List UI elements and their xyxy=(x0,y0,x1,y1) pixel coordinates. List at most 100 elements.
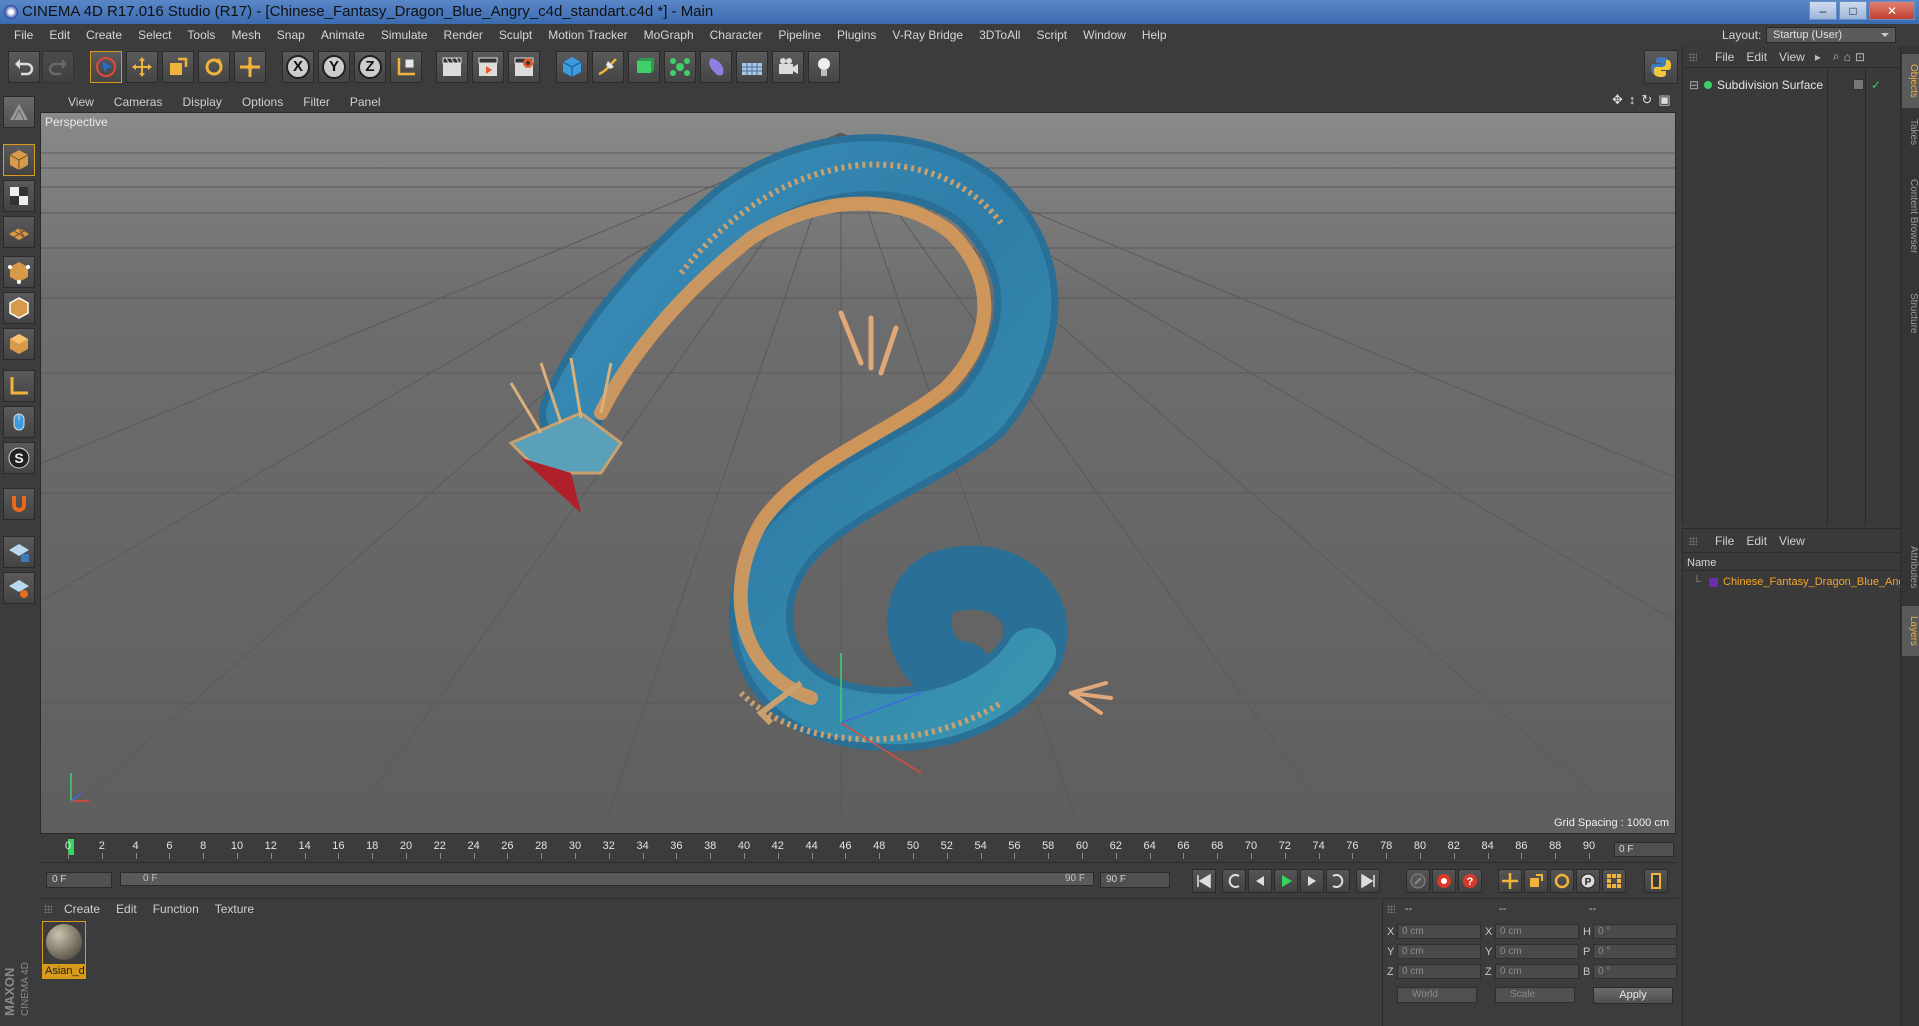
new-view-icon[interactable]: ⊡ xyxy=(1855,50,1865,64)
layer-menu-file[interactable]: File xyxy=(1709,534,1740,548)
start-frame-field[interactable]: 0 F xyxy=(46,872,112,888)
menu-3dtoall[interactable]: 3DToAll xyxy=(971,24,1028,46)
object-menu-file[interactable]: File xyxy=(1709,50,1740,64)
prev-frame-button[interactable] xyxy=(1248,869,1272,893)
rot-p-field[interactable]: 0 ° xyxy=(1593,944,1677,959)
pan-view-icon[interactable]: ✥ xyxy=(1612,92,1623,108)
menu-sculpt[interactable]: Sculpt xyxy=(491,24,540,46)
move-tool-button[interactable] xyxy=(126,51,158,83)
visibility-toggle-icon[interactable] xyxy=(1853,79,1864,90)
material-menu-function[interactable]: Function xyxy=(145,902,207,916)
material-menu-texture[interactable]: Texture xyxy=(207,902,262,916)
menu-more-arrow-icon[interactable]: ▸ xyxy=(1815,50,1821,64)
edges-mode-button[interactable] xyxy=(3,292,35,324)
search-icon[interactable]: ⌕ xyxy=(1833,49,1840,64)
y-axis-lock-button[interactable]: Y xyxy=(318,51,350,83)
pos-x-field[interactable]: 0 cm xyxy=(1397,924,1481,939)
play-button[interactable] xyxy=(1274,869,1298,893)
snap-button[interactable] xyxy=(3,488,35,520)
viewport-menu-options[interactable]: Options xyxy=(232,95,293,109)
material-swatch[interactable]: Asian_d xyxy=(42,921,86,979)
python-script-button[interactable] xyxy=(1644,50,1678,84)
menu-create[interactable]: Create xyxy=(78,24,130,46)
axis-mode-button[interactable] xyxy=(3,370,35,402)
tab-takes[interactable]: Takes xyxy=(1902,110,1919,154)
viewport-menu-panel[interactable]: Panel xyxy=(340,95,391,109)
tab-layers[interactable]: Layers xyxy=(1902,606,1919,656)
dolly-view-icon[interactable]: ↕ xyxy=(1629,92,1636,108)
keyframe-selection-button[interactable]: ? xyxy=(1458,869,1482,893)
z-axis-lock-button[interactable]: Z xyxy=(354,51,386,83)
material-menu-create[interactable]: Create xyxy=(56,902,108,916)
model-mode-button[interactable] xyxy=(3,144,35,176)
key-rotation-button[interactable] xyxy=(1550,869,1574,893)
material-menu-edit[interactable]: Edit xyxy=(108,902,145,916)
size-y-field[interactable]: 0 cm xyxy=(1495,944,1579,959)
record-keys-button[interactable] xyxy=(1406,869,1430,893)
object-menu-edit[interactable]: Edit xyxy=(1740,50,1773,64)
add-cube-button[interactable] xyxy=(556,51,588,83)
apply-button[interactable]: Apply xyxy=(1593,987,1673,1004)
viewport-menu-cameras[interactable]: Cameras xyxy=(104,95,173,109)
rot-b-field[interactable]: 0 ° xyxy=(1593,964,1677,979)
key-scale-button[interactable] xyxy=(1524,869,1548,893)
pos-z-field[interactable]: 0 cm xyxy=(1397,964,1481,979)
viewport-menu-display[interactable]: Display xyxy=(172,95,231,109)
toggle-panel-icon[interactable]: ▣ xyxy=(1658,92,1670,108)
points-mode-button[interactable] xyxy=(3,256,35,288)
menu-mograph[interactable]: MoGraph xyxy=(636,24,702,46)
texture-mode-button[interactable] xyxy=(3,180,35,212)
menu-render[interactable]: Render xyxy=(436,24,491,46)
scale-tool-button[interactable] xyxy=(162,51,194,83)
key-position-button[interactable] xyxy=(1498,869,1522,893)
size-z-field[interactable]: 0 cm xyxy=(1495,964,1579,979)
home-icon[interactable]: ⌂ xyxy=(1844,50,1851,64)
size-mode-select[interactable]: Scale xyxy=(1495,987,1575,1003)
expand-toggle-icon[interactable]: ⊟ xyxy=(1689,76,1699,94)
redo-button[interactable] xyxy=(42,51,74,83)
menu-snap[interactable]: Snap xyxy=(269,24,313,46)
pos-y-field[interactable]: 0 cm xyxy=(1397,944,1481,959)
menu-file[interactable]: File xyxy=(6,24,41,46)
coordinate-system-button[interactable] xyxy=(390,51,422,83)
timeline-window-button[interactable] xyxy=(1644,869,1668,893)
object-menu-view[interactable]: View xyxy=(1773,50,1811,64)
coordinate-space-select[interactable]: World xyxy=(1397,987,1477,1003)
add-deformer-button[interactable] xyxy=(700,51,732,83)
rotate-tool-button[interactable] xyxy=(198,51,230,83)
menu-mesh[interactable]: Mesh xyxy=(223,24,268,46)
timeline-ruler[interactable]: 0 2 4 6 8 10 12 14 16 18 20 22 24 26 28 30 32 34 36 38 40 42 4… xyxy=(40,836,1676,860)
solo-mode-button[interactable]: S xyxy=(3,442,35,474)
goto-end-button[interactable] xyxy=(1356,869,1380,893)
tab-objects[interactable]: Objects xyxy=(1902,54,1919,108)
add-light-button[interactable] xyxy=(808,51,840,83)
add-spline-pen-button[interactable] xyxy=(592,51,624,83)
x-axis-lock-button[interactable]: X xyxy=(282,51,314,83)
menu-select[interactable]: Select xyxy=(130,24,179,46)
key-pla-button[interactable] xyxy=(1602,869,1626,893)
close-button[interactable]: ✕ xyxy=(1869,1,1915,20)
layout-select[interactable]: Startup (User) xyxy=(1766,27,1896,43)
goto-start-button[interactable] xyxy=(1192,869,1216,893)
next-frame-button[interactable] xyxy=(1300,869,1324,893)
lock-workplane-button[interactable] xyxy=(3,536,35,568)
render-view-button[interactable] xyxy=(436,51,468,83)
layer-menu-edit[interactable]: Edit xyxy=(1740,534,1773,548)
prev-key-button[interactable] xyxy=(1222,869,1246,893)
orbit-view-icon[interactable]: ↻ xyxy=(1641,92,1652,108)
menu-tools[interactable]: Tools xyxy=(179,24,223,46)
add-mograph-button[interactable] xyxy=(664,51,696,83)
last-tool-button[interactable] xyxy=(234,51,266,83)
viewport-menu-filter[interactable]: Filter xyxy=(293,95,340,109)
menu-character[interactable]: Character xyxy=(702,24,771,46)
tab-attributes[interactable]: Attributes xyxy=(1902,530,1919,604)
menu-help[interactable]: Help xyxy=(1134,24,1175,46)
make-editable-button[interactable] xyxy=(3,96,35,128)
panel-grip-icon[interactable] xyxy=(1387,905,1395,913)
add-subdivision-button[interactable] xyxy=(628,51,660,83)
menu-plugins[interactable]: Plugins xyxy=(829,24,884,46)
next-key-button[interactable] xyxy=(1326,869,1350,893)
menu-edit[interactable]: Edit xyxy=(41,24,78,46)
tweak-mode-button[interactable] xyxy=(3,406,35,438)
menu-script[interactable]: Script xyxy=(1028,24,1075,46)
